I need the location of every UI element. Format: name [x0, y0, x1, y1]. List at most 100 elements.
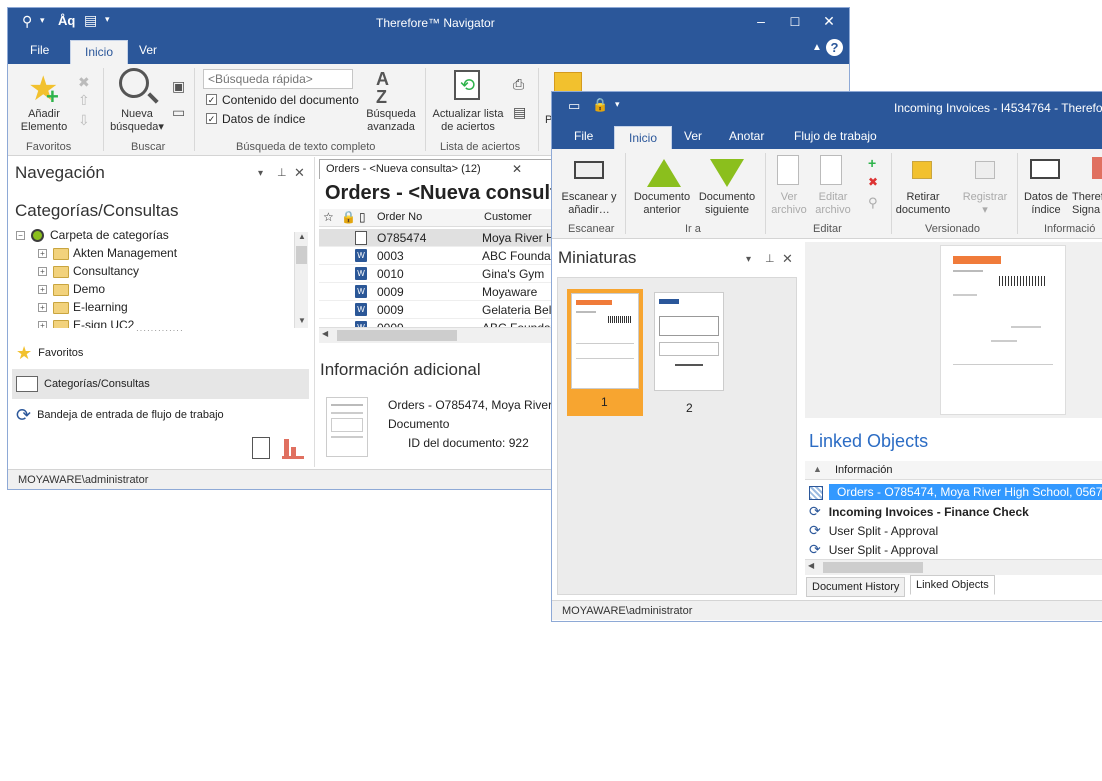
datos-indice-checkbox[interactable]: ✓ [206, 113, 217, 124]
col-informacion[interactable]: Información [835, 464, 892, 476]
sign-button[interactable]: TherefoSigna [1072, 191, 1102, 217]
contenido-checkbox[interactable]: ✓ [206, 94, 217, 105]
tree-item[interactable]: + Demo [12, 280, 312, 298]
unlock-icon[interactable] [912, 161, 932, 179]
favorite-column-icon[interactable]: ☆ [323, 210, 334, 224]
scroll-thumb[interactable] [823, 562, 923, 573]
print-icon[interactable]: ⎙ [513, 76, 524, 93]
add-page-icon[interactable]: + [868, 155, 876, 171]
table-row[interactable]: W 0010 Gina's Gym [319, 265, 559, 283]
col-customer[interactable]: Customer [484, 211, 532, 223]
move-down-icon[interactable]: ⇩ [78, 112, 90, 129]
menu-ver[interactable]: Ver [139, 43, 157, 57]
move-up-icon[interactable]: ⇧ [78, 92, 90, 109]
index-data-icon[interactable] [1030, 159, 1060, 179]
menu-inicio[interactable]: Inicio [614, 126, 673, 150]
search-page-icon[interactable]: ⚲ [868, 195, 878, 211]
scroll-left-icon[interactable]: ◀ [808, 561, 814, 570]
maximize-icon[interactable]: ☐ [780, 15, 810, 29]
thumbnail-page-2[interactable] [654, 292, 724, 391]
clipboard-icon[interactable] [252, 437, 270, 459]
menu-file[interactable]: File [30, 43, 49, 57]
view-file-button[interactable]: Ver archivo [770, 191, 808, 217]
tab-close-icon[interactable]: ✕ [512, 162, 522, 176]
advanced-search-icon[interactable]: AZ [376, 70, 389, 106]
register-button[interactable]: Registrar ▾ [955, 191, 1015, 217]
grid-hscrollbar[interactable]: ◀ [319, 327, 559, 343]
previous-document-button[interactable]: Documento anterior [630, 191, 694, 217]
col-order-no[interactable]: Order No [377, 211, 422, 223]
list-item[interactable]: Orders - O785474, Moya River High School… [805, 483, 1102, 502]
menu-inicio[interactable]: Inicio [70, 40, 129, 64]
linked-hscrollbar[interactable]: ◀ [805, 559, 1102, 575]
sort-icon[interactable]: ▲ [813, 464, 822, 474]
lock-column-icon[interactable]: 🔒 [341, 210, 356, 224]
tab-document-history[interactable]: Document History [806, 577, 906, 597]
advanced-search-button[interactable]: Búsqueda avanzada [360, 108, 422, 134]
collapse-icon[interactable]: − [16, 231, 25, 241]
nav-bandeja[interactable]: ⟳ Bandeja de entrada de flujo de trabajo [12, 400, 309, 430]
magnifier-icon[interactable] [119, 68, 149, 98]
customize-icon[interactable]: ▾ [615, 99, 620, 110]
open-folder-icon[interactable]: ▣ [172, 78, 185, 95]
table-row[interactable]: W 0009 Gelateria Bella [319, 301, 559, 319]
search-icon[interactable]: ⚲ [22, 13, 32, 30]
minimize-icon[interactable]: – [746, 13, 776, 29]
signature-icon[interactable] [1092, 157, 1102, 179]
expand-icon[interactable]: + [38, 321, 47, 328]
document-icon[interactable]: ▤ [84, 12, 97, 29]
tree-item[interactable]: + Akten Management [12, 244, 312, 262]
tab-orders[interactable]: Orders - <Nueva consulta> (12) ✕ [319, 159, 554, 179]
dropdown-icon[interactable]: ▾ [40, 15, 45, 26]
panel-close-icon[interactable]: ✕ [782, 251, 793, 267]
menu-ver[interactable]: Ver [684, 129, 702, 143]
view-file-icon[interactable] [777, 155, 799, 185]
find-icon[interactable]: Åq [58, 13, 75, 28]
list-item[interactable]: ⟳ User Split - Approval [805, 540, 1102, 559]
list-item[interactable]: ⟳ User Split - Approval [805, 521, 1102, 540]
table-row[interactable]: W 0003 ABC Foundatio [319, 247, 559, 265]
scroll-left-icon[interactable]: ◀ [322, 329, 328, 338]
panel-menu-icon[interactable]: ▾ [258, 168, 263, 179]
customize-icon[interactable]: ▾ [105, 14, 110, 25]
pin-icon[interactable]: ⊥ [277, 166, 287, 179]
scroll-thumb[interactable] [337, 330, 457, 341]
next-document-button[interactable]: Documento siguiente [695, 191, 759, 217]
scanner-icon[interactable] [574, 161, 604, 179]
next-document-icon[interactable] [710, 159, 744, 187]
refresh-hitlist-button[interactable]: Actualizar lista de aciertos [428, 108, 508, 134]
save-icon[interactable]: ▭ [172, 104, 185, 121]
register-icon[interactable] [975, 161, 995, 179]
scan-add-button[interactable]: Escanear y añadir… [557, 191, 621, 217]
checkout-icon[interactable]: 🔒 [592, 97, 608, 113]
collapse-ribbon-icon[interactable]: ▲ [812, 42, 822, 53]
edit-file-button[interactable]: Editar archivo [812, 191, 854, 217]
menu-anotar[interactable]: Anotar [729, 129, 764, 143]
edit-file-icon[interactable] [820, 155, 842, 185]
window-menu-icon[interactable]: ▭ [568, 98, 580, 114]
scroll-down-icon[interactable]: ▼ [298, 316, 306, 325]
quick-search-input[interactable] [203, 69, 353, 89]
export-icon[interactable]: ▤ [513, 104, 526, 121]
help-icon[interactable]: ? [826, 39, 843, 56]
add-element-button[interactable]: Añadir Elemento [16, 108, 72, 134]
checkout-button[interactable]: Retirar documento [895, 191, 951, 217]
remove-page-icon[interactable]: ✖ [868, 175, 878, 189]
table-row[interactable]: W 0009 Moyaware [319, 283, 559, 301]
expand-icon[interactable]: + [38, 267, 47, 277]
doc-column-icon[interactable]: ▯ [359, 210, 366, 224]
nav-favoritos[interactable]: ★ Favoritos [12, 338, 309, 368]
expand-icon[interactable]: + [38, 303, 47, 313]
document-viewer[interactable] [805, 242, 1102, 418]
panel-close-icon[interactable]: ✕ [294, 165, 305, 181]
table-row[interactable]: O785474 Moya River Hig [319, 229, 559, 247]
tree-item[interactable]: − Carpeta de categorías [12, 226, 312, 244]
tab-linked-objects[interactable]: Linked Objects [910, 575, 995, 595]
splitter-grip[interactable]: ············· [136, 326, 184, 335]
menu-file[interactable]: File [574, 129, 593, 143]
new-search-button[interactable]: Nueva búsqueda▾ [104, 108, 170, 134]
index-data-button[interactable]: Datos de índice [1020, 191, 1072, 217]
thumbnail-page-1[interactable]: 1 [567, 289, 643, 416]
previous-document-icon[interactable] [647, 159, 681, 187]
pin-icon[interactable]: ⊥ [765, 252, 775, 265]
